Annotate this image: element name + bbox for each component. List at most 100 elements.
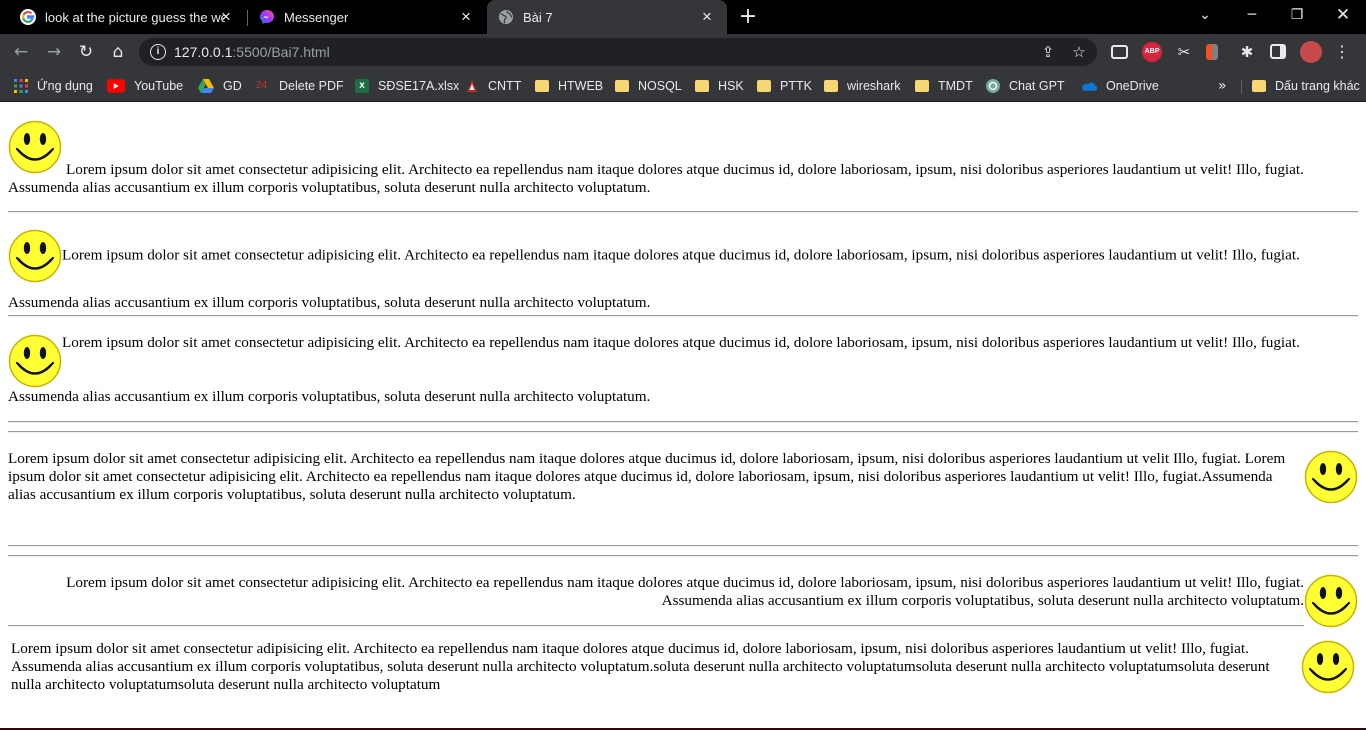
onedrive-icon [1082,82,1097,91]
close-icon[interactable]: × [218,8,234,25]
close-icon[interactable]: × [699,8,715,25]
tab-title: look at the picture guess the wor [45,9,225,25]
forward-button[interactable]: → [42,40,66,64]
bookmark-tmdt[interactable]: TMDT [915,76,973,96]
bookmark-youtube[interactable]: YouTube [107,76,183,96]
bookmark-label: HTWEB [558,79,604,93]
cntt-icon [467,80,477,92]
reload-button[interactable]: ↻ [74,40,98,64]
messenger-icon [260,10,274,24]
bookmark-gd[interactable]: GD [198,76,242,96]
bookmark-other[interactable]: Dấu trang khác [1252,76,1360,96]
folder-icon [695,80,709,92]
bookmark-label: CNTT [488,79,522,93]
tab-google-search[interactable]: look at the picture guess the wor × [8,0,246,34]
new-tab-button[interactable]: + [737,6,759,28]
bookmark-label: GD [223,79,242,93]
horizontal-rule [8,545,1358,547]
tab-messenger[interactable]: Messenger × [248,0,486,34]
bookmark-pttk[interactable]: PTTK [757,76,812,96]
close-window-icon[interactable]: ✕ [1331,4,1355,26]
horizontal-rule [8,625,1304,627]
tab-title: Bài 7 [523,9,553,25]
tab-search-chevron-icon[interactable]: ⌄ [1193,4,1217,26]
smiley-icon [8,229,62,283]
share-icon[interactable]: ⇪ [1038,42,1058,62]
browser-toolbar: ← → ↻ ⌂ i 127.0.0.1:5500/Bai7.html ⇪ ☆ A… [0,34,1366,70]
excel-icon: x [355,79,369,93]
bookmark-apps[interactable]: Ứng dụng [14,76,93,96]
bookmark-htweb[interactable]: HTWEB [535,76,603,96]
horizontal-rule [8,431,1358,433]
paragraph-2: Lorem ipsum dolor sit amet consectetur a… [8,229,1348,323]
bookmark-wireshark[interactable]: wireshark [824,76,901,96]
smiley-icon [1304,574,1358,628]
paragraph-4: Lorem ipsum dolor sit amet consectetur a… [8,450,1358,504]
apps-grid-icon [14,79,28,93]
bookmark-label: HSK [718,79,744,93]
bookmark-label: SĐSE17A.xlsx [378,79,460,93]
puzzle-extensions-icon[interactable]: ✱ [1237,42,1257,62]
bookmark-cntt[interactable]: CNTT [465,76,521,96]
paragraph-text: Lorem ipsum dolor sit amet consectetur a… [11,640,1270,693]
close-icon[interactable]: × [458,8,474,25]
bookmark-label: Chat GPT [1009,79,1065,93]
horizontal-rule [8,211,1358,213]
url-host: 127.0.0.1 [174,44,233,60]
smiley-icon [1301,640,1355,694]
folder-icon [915,80,929,92]
smiley-icon [1304,450,1358,504]
bookmark-onedrive[interactable]: OneDrive [1080,76,1159,96]
paragraph-text: Lorem ipsum dolor sit amet consectetur a… [66,574,1304,609]
menu-kebab-icon[interactable]: ⋮ [1332,42,1352,62]
extension-icon[interactable] [1206,44,1218,60]
chatgpt-icon [986,79,1000,93]
paragraph-5: Lorem ipsum dolor sit amet consectetur a… [8,574,1358,628]
info-icon[interactable]: i [150,44,166,60]
smiley-icon [8,334,62,388]
bookmarks-overflow-button[interactable]: » [1218,76,1227,96]
bookmark-label: Delete PDF [279,79,344,93]
bookmark-delete-pdf[interactable]: 24 Delete PDF [256,76,344,96]
bookmark-excel[interactable]: x SĐSE17A.xlsx [355,76,459,96]
bookmark-star-icon[interactable]: ☆ [1069,42,1089,62]
smiley-icon [8,120,62,174]
bookmark-label: Dấu trang khác [1275,79,1360,93]
scissors-extension-icon[interactable]: ✂ [1174,42,1194,62]
address-bar[interactable]: i 127.0.0.1:5500/Bai7.html ⇪ ☆ [139,38,1097,66]
bookmark-label: NOSQL [638,79,682,93]
paragraph-text: Lorem ipsum dolor sit amet consectetur a… [8,334,1300,405]
adblock-icon[interactable]: ABP [1142,42,1162,62]
google-drive-icon [198,79,214,93]
paragraph-6: Lorem ipsum dolor sit amet consectetur a… [11,640,1355,694]
youtube-icon [107,79,125,93]
tab-bai7[interactable]: Bài 7 × [487,0,727,34]
restore-icon[interactable]: ❐ [1285,4,1309,26]
bookmark-label: Ứng dụng [37,79,93,93]
bookmark-label: YouTube [134,79,184,93]
folder-icon [1252,80,1266,92]
bookmark-label: wireshark [847,79,901,93]
avatar[interactable] [1300,41,1322,63]
bookmark-hsk[interactable]: HSK [695,76,744,96]
bookmark-label: OneDrive [1106,79,1159,93]
paragraph-1: Lorem ipsum dolor sit amet consectetur a… [8,120,1348,197]
bookmark-nosql[interactable]: NOSQL [615,76,682,96]
media-control-icon[interactable] [1111,45,1128,59]
bookmark-label: TMDT [938,79,973,93]
folder-icon [824,80,838,92]
paragraph-text: Lorem ipsum dolor sit amet consectetur a… [8,246,1300,311]
bookmark-chat-gpt[interactable]: Chat GPT [986,76,1065,96]
folder-icon [757,80,771,92]
globe-icon [499,10,513,24]
side-panel-icon[interactable] [1270,44,1286,59]
google-icon [20,9,36,25]
back-button[interactable]: ← [9,40,33,64]
bookmark-label: PTTK [780,79,812,93]
url-text[interactable]: 127.0.0.1:5500/Bai7.html [174,44,330,60]
home-button[interactable]: ⌂ [106,40,130,64]
paragraph-text: Lorem ipsum dolor sit amet consectetur a… [8,161,1304,196]
minimize-icon[interactable]: ─ [1240,4,1264,26]
bookmarks-divider [1241,80,1242,94]
url-path: :5500/Bai7.html [232,44,330,60]
